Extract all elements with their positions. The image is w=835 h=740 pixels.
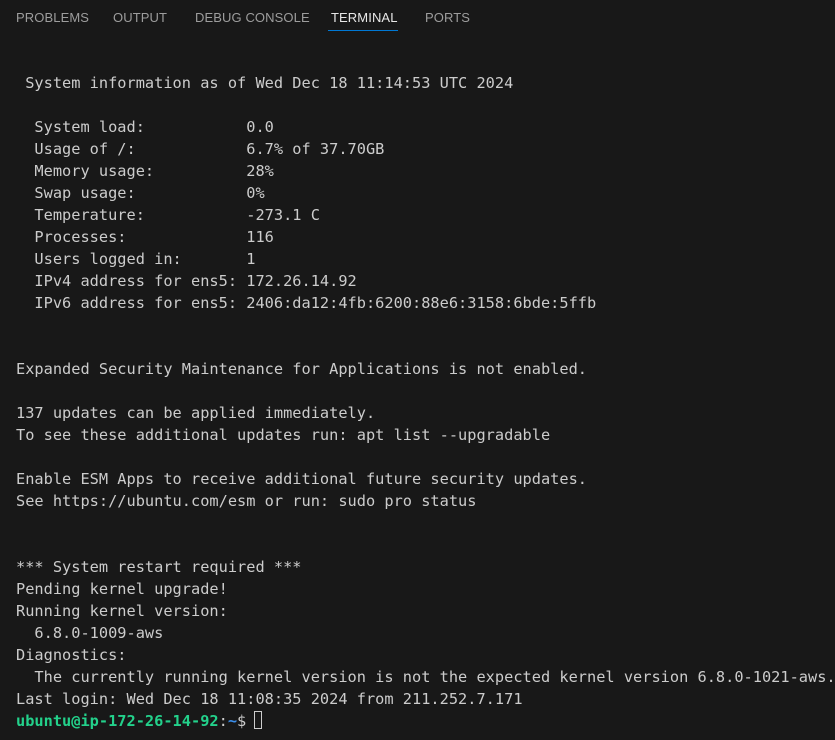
prompt-user-host: ubuntu@ip-172-26-14-92 (16, 712, 219, 730)
terminal-line: System information as of Wed Dec 18 11:1… (16, 74, 514, 92)
prompt-separator: : (218, 712, 228, 730)
terminal-output[interactable]: System information as of Wed Dec 18 11:1… (0, 35, 835, 740)
active-tab-indicator (328, 30, 398, 31)
terminal-line: Usage of /: 6.7% of 37.70GB (16, 140, 385, 158)
terminal-prompt[interactable]: ubuntu@ip-172-26-14-92:~$ (16, 710, 263, 732)
terminal-panel: PROBLEMS OUTPUT DEBUG CONSOLE TERMINAL P… (0, 0, 835, 740)
terminal-line: Memory usage: 28% (16, 162, 274, 180)
terminal-line: Swap usage: 0% (16, 184, 265, 202)
terminal-line: Pending kernel upgrade! (16, 580, 228, 598)
terminal-cursor (254, 711, 263, 729)
terminal-line: IPv4 address for ens5: 172.26.14.92 (16, 272, 357, 290)
terminal-line: Last login: Wed Dec 18 11:08:35 2024 fro… (16, 690, 523, 708)
terminal-line: Expanded Security Maintenance for Applic… (16, 360, 587, 378)
tab-output[interactable]: OUTPUT (113, 10, 167, 25)
terminal-line: The currently running kernel version is … (16, 668, 835, 686)
terminal-line: To see these additional updates run: apt… (16, 426, 551, 444)
terminal-line: Running kernel version: (16, 602, 228, 620)
terminal-line: See https://ubuntu.com/esm or run: sudo … (16, 492, 477, 510)
terminal-line: Processes: 116 (16, 228, 274, 246)
terminal-line: *** System restart required *** (16, 558, 302, 576)
terminal-line: Enable ESM Apps to receive additional fu… (16, 470, 587, 488)
panel-tab-bar: PROBLEMS OUTPUT DEBUG CONSOLE TERMINAL P… (0, 0, 835, 35)
terminal-line: 137 updates can be applied immediately. (16, 404, 376, 422)
tab-debug-console[interactable]: DEBUG CONSOLE (195, 10, 310, 25)
terminal-line: Temperature: -273.1 C (16, 206, 320, 224)
terminal-line: 6.8.0-1009-aws (16, 624, 164, 642)
prompt-path: ~ (227, 712, 238, 730)
terminal-line: Diagnostics: (16, 646, 127, 664)
tab-ports[interactable]: PORTS (425, 10, 470, 25)
terminal-line: System load: 0.0 (16, 118, 274, 136)
tab-terminal[interactable]: TERMINAL (331, 10, 398, 25)
prompt-symbol: $ (237, 712, 247, 730)
tab-problems[interactable]: PROBLEMS (16, 10, 89, 25)
terminal-line: Users logged in: 1 (16, 250, 256, 268)
terminal-line: IPv6 address for ens5: 2406:da12:4fb:620… (16, 294, 597, 312)
